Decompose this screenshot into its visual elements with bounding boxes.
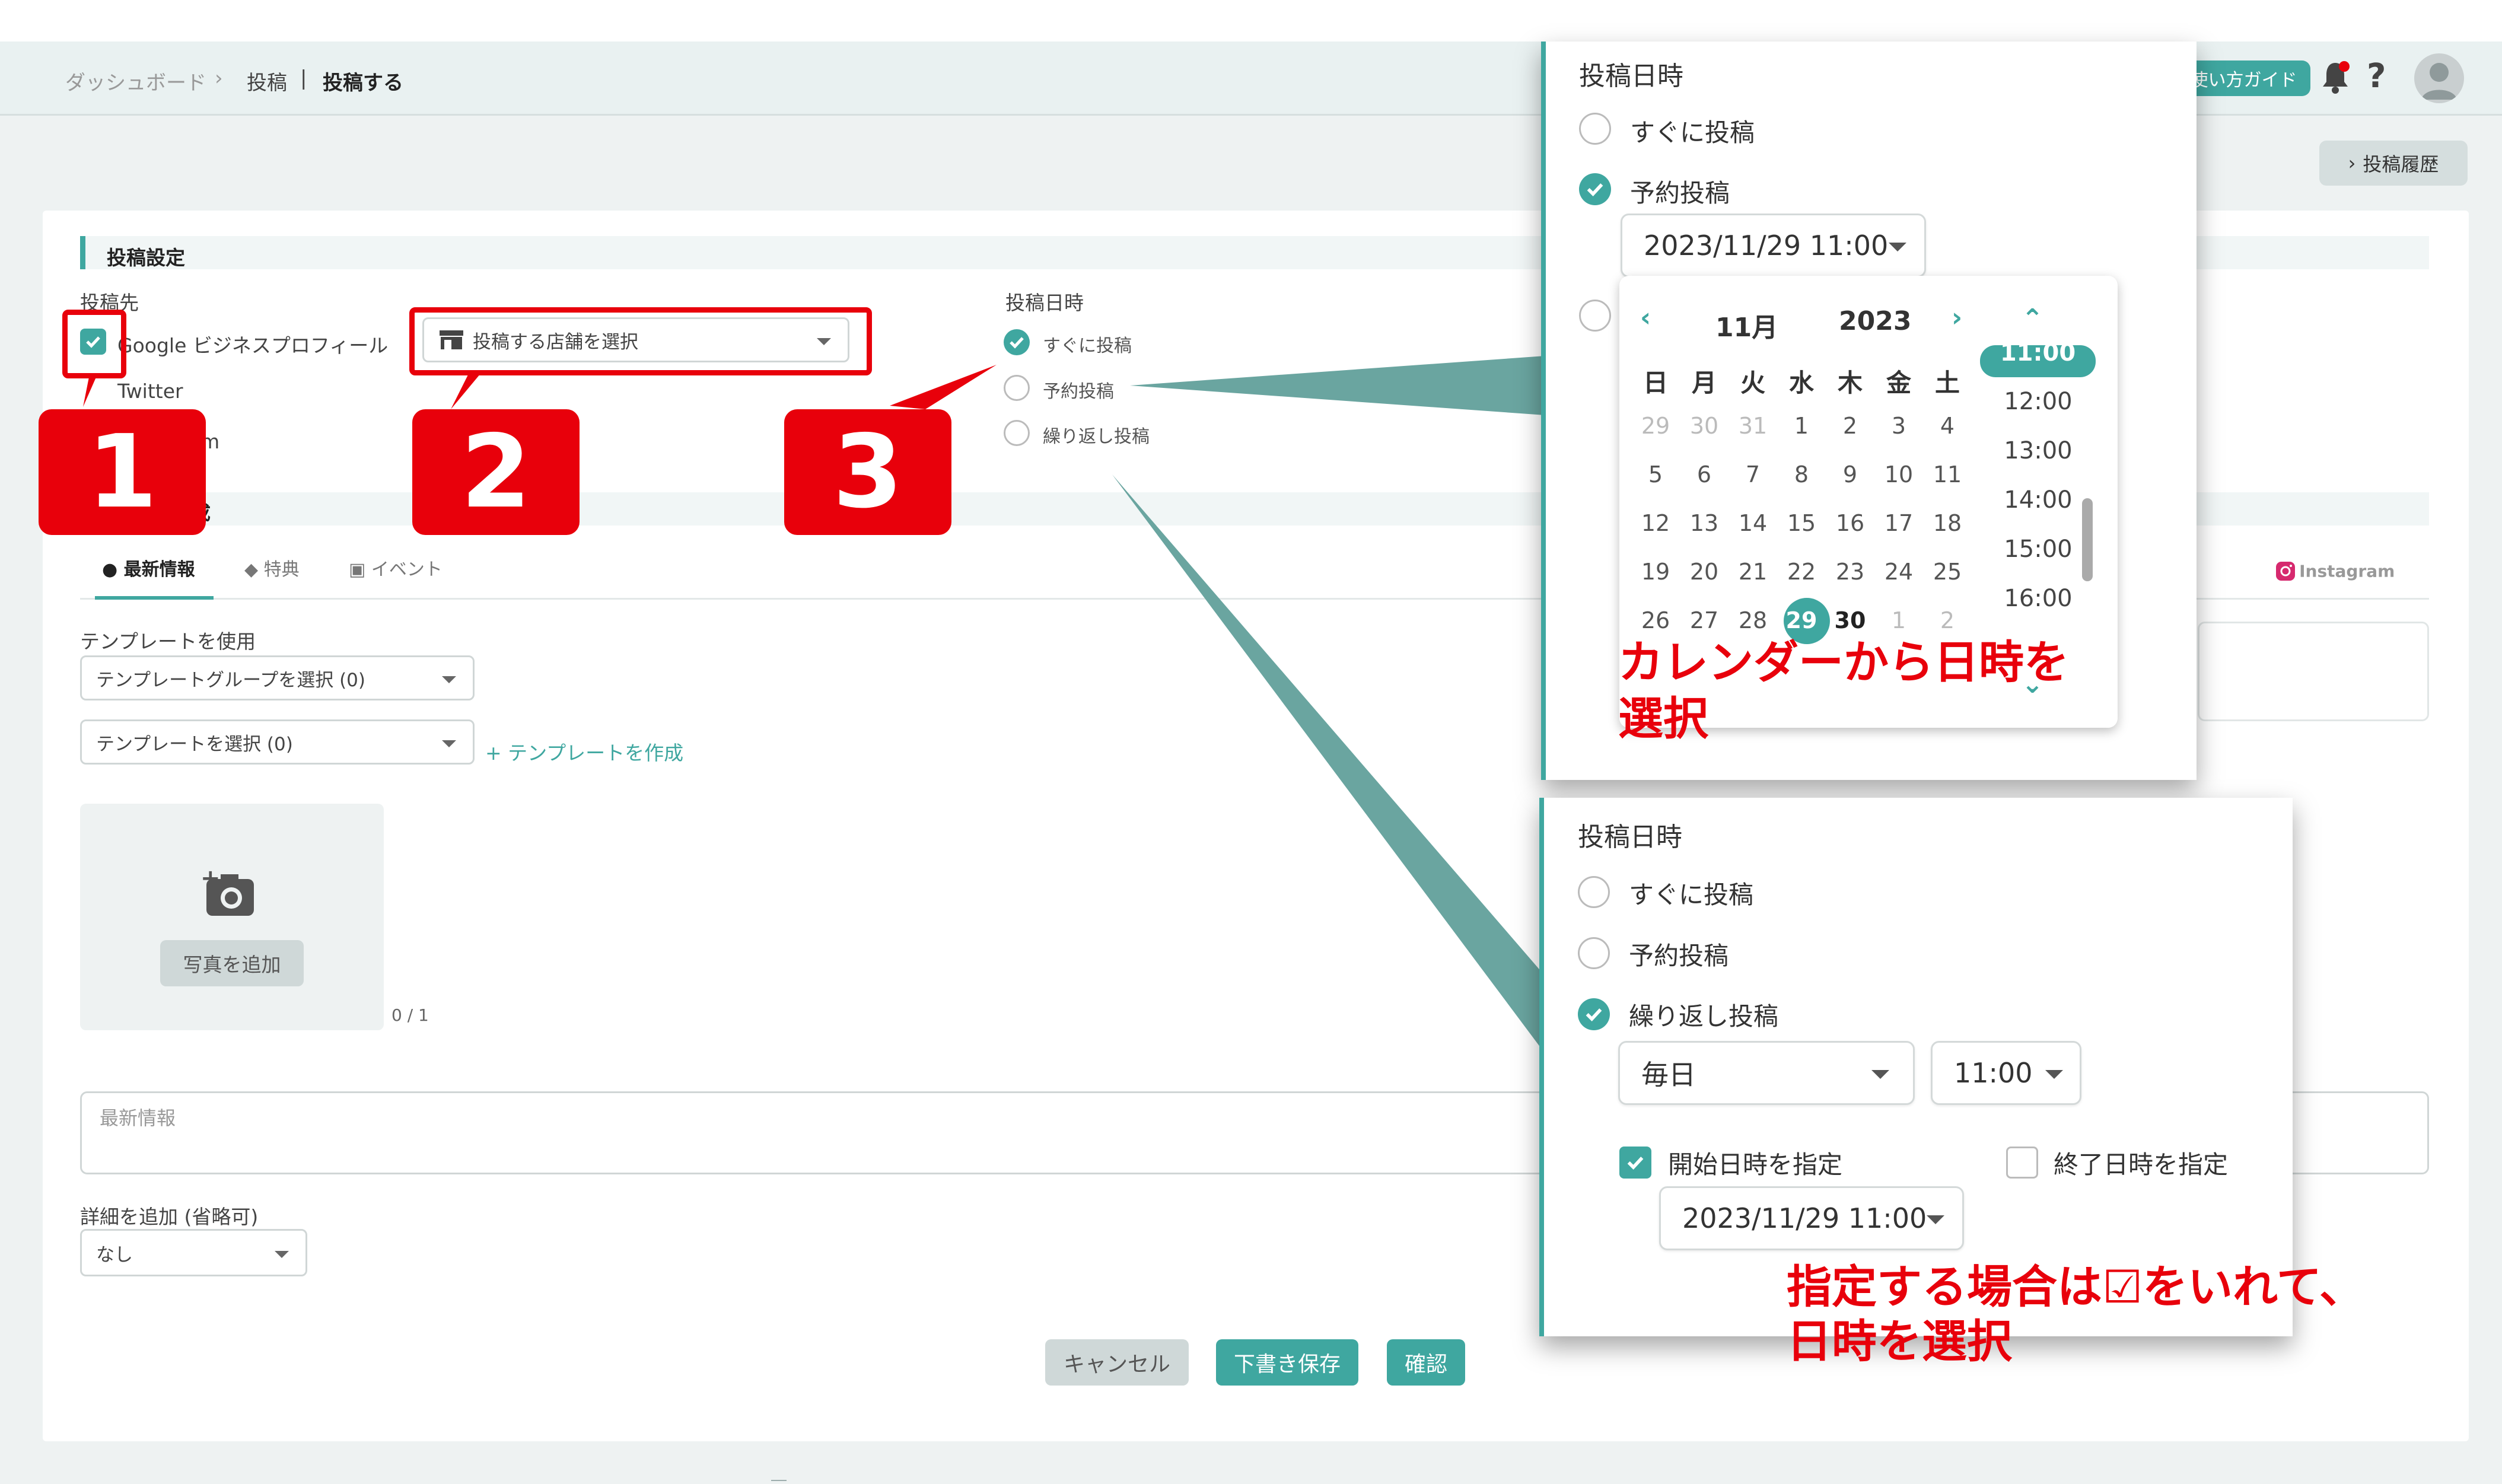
calendar-note-line2: 選択 <box>1618 692 1708 745</box>
popup2-radio-immediate[interactable] <box>1578 876 1610 908</box>
repeat-time-select[interactable]: 11:00 <box>1931 1041 2081 1105</box>
calendar-week-3: 12 13 14 15 16 17 18 <box>1641 510 1962 536</box>
end-date-checkbox[interactable] <box>2006 1147 2038 1179</box>
selected-time[interactable]: 11:00 <box>1980 345 2096 377</box>
prev-month-icon[interactable]: ‹ <box>1640 302 1651 333</box>
time-option[interactable]: 15:00 <box>1979 536 2097 563</box>
next-month-icon[interactable]: › <box>1952 302 1962 333</box>
callout-repeat <box>1112 475 1542 1050</box>
chevron-up-icon[interactable]: ⌃ <box>2022 304 2043 334</box>
popup1-radio-scheduled[interactable] <box>1579 173 1611 205</box>
popup1-radio-immediate[interactable] <box>1579 113 1611 145</box>
popup1-scheduled-label: 予約投稿 <box>1630 179 1730 208</box>
calendar-note-line1: カレンダーから日時を <box>1618 636 2069 689</box>
popup2-immediate-label: すぐに投稿 <box>1629 880 1754 909</box>
end-date-label: 終了日時を指定 <box>2054 1150 2229 1179</box>
chevron-down-icon <box>1889 243 1906 251</box>
calendar-week-1: 29 30 31 1 2 3 4 <box>1641 413 1955 439</box>
popup1-immediate-label: すぐに投稿 <box>1630 118 1755 147</box>
scheduled-popup-title: 投稿日時 <box>1579 61 1683 91</box>
badge-2-pointer <box>451 374 480 409</box>
badge-3-pointer <box>890 365 997 409</box>
badge-1-pointer <box>83 377 96 407</box>
time-option[interactable]: 13:00 <box>1979 437 2097 464</box>
start-datetime-input[interactable]: 2023/11/29 11:00 <box>1659 1186 1964 1250</box>
time-option[interactable]: 12:00 <box>1979 388 2097 415</box>
callout-scheduled <box>1130 356 1545 415</box>
popup2-radio-repeat[interactable] <box>1578 998 1610 1030</box>
annotation-badge-2: 2 <box>412 409 580 535</box>
chevron-down-icon <box>1871 1070 1889 1079</box>
repeat-note-line2: 日時を選択 <box>1787 1315 2012 1368</box>
time-option[interactable]: 16:00 <box>1979 585 2097 612</box>
start-date-checkbox[interactable] <box>1619 1147 1651 1179</box>
popup2-repeat-label: 繰り返し投稿 <box>1629 1002 1779 1031</box>
popup1-radio-hidden[interactable] <box>1579 300 1611 332</box>
calendar-month: 11月 <box>1715 313 1778 343</box>
popup2-scheduled-label: 予約投稿 <box>1629 941 1729 970</box>
chevron-down-icon <box>2045 1070 2063 1079</box>
calendar-week-2: 5 6 7 8 9 10 11 <box>1648 461 1962 488</box>
calendar-week-4: 19 20 21 22 23 24 25 <box>1641 559 1962 585</box>
time-scrollbar[interactable] <box>2082 498 2093 581</box>
time-option[interactable]: 14:00 <box>1979 486 2097 514</box>
start-date-label: 開始日時を指定 <box>1668 1150 1843 1179</box>
annotation-badge-1: 1 <box>39 409 206 535</box>
scheduled-datetime-input[interactable]: 2023/11/29 11:00 <box>1621 214 1926 278</box>
weekday-header: 日 月 火 水 木 金 土 <box>1642 368 1960 397</box>
calendar-year: 2023 <box>1839 306 1912 336</box>
popup2-radio-scheduled[interactable] <box>1578 937 1610 969</box>
annotation-badge-3: 3 <box>784 409 951 535</box>
chevron-down-icon <box>1927 1215 1944 1224</box>
repeat-popup-title: 投稿日時 <box>1578 822 1682 852</box>
repeat-frequency-select[interactable]: 毎日 <box>1618 1041 1915 1105</box>
